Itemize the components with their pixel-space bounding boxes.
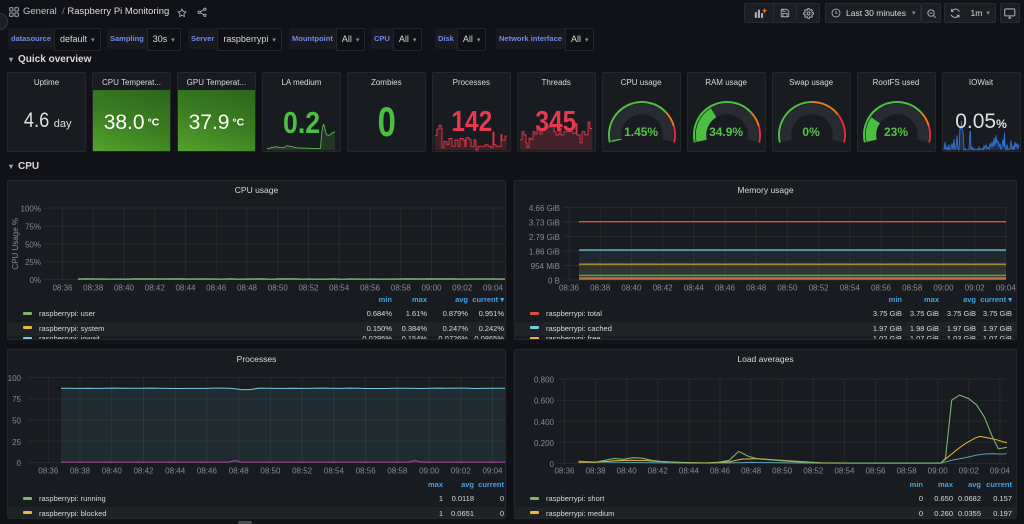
svg-text:08:52: 08:52: [803, 467, 824, 476]
svg-text:08:46: 08:46: [206, 284, 227, 293]
svg-text:08:48: 08:48: [229, 467, 250, 476]
svg-text:08:52: 08:52: [298, 284, 319, 293]
svg-text:08:38: 08:38: [590, 284, 611, 293]
svg-text:0.600: 0.600: [534, 397, 555, 406]
svg-text:08:58: 08:58: [391, 284, 412, 293]
svg-text:08:42: 08:42: [648, 467, 669, 476]
svg-text:08:44: 08:44: [684, 284, 705, 293]
svg-text:0.200: 0.200: [534, 439, 555, 448]
svg-text:08:58: 08:58: [897, 467, 918, 476]
svg-text:08:50: 08:50: [268, 284, 289, 293]
svg-text:09:00: 09:00: [419, 467, 440, 476]
svg-text:08:40: 08:40: [621, 284, 642, 293]
svg-text:09:00: 09:00: [928, 467, 949, 476]
svg-text:08:56: 08:56: [356, 467, 377, 476]
svg-text:75%: 75%: [25, 222, 41, 231]
svg-text:08:54: 08:54: [840, 284, 861, 293]
svg-text:08:56: 08:56: [360, 284, 381, 293]
svg-text:09:02: 09:02: [452, 284, 473, 293]
svg-text:08:36: 08:36: [38, 467, 59, 476]
svg-text:08:52: 08:52: [809, 284, 830, 293]
svg-text:08:54: 08:54: [834, 467, 855, 476]
svg-text:0: 0: [17, 459, 22, 468]
svg-text:09:04: 09:04: [996, 284, 1016, 293]
svg-text:08:58: 08:58: [902, 284, 923, 293]
svg-text:CPU Usage %: CPU Usage %: [11, 218, 20, 270]
svg-text:08:52: 08:52: [292, 467, 313, 476]
svg-text:08:46: 08:46: [197, 467, 218, 476]
svg-text:08:44: 08:44: [175, 284, 196, 293]
svg-text:08:42: 08:42: [653, 284, 674, 293]
svg-text:08:54: 08:54: [329, 284, 350, 293]
svg-text:2.79 GiB: 2.79 GiB: [529, 233, 560, 242]
svg-text:09:00: 09:00: [421, 284, 442, 293]
svg-text:08:46: 08:46: [710, 467, 731, 476]
svg-text:25: 25: [12, 438, 21, 447]
svg-text:08:40: 08:40: [102, 467, 123, 476]
svg-text:100: 100: [8, 374, 22, 383]
svg-text:08:40: 08:40: [114, 284, 135, 293]
svg-text:100%: 100%: [21, 205, 41, 214]
svg-text:08:44: 08:44: [165, 467, 186, 476]
svg-text:08:42: 08:42: [145, 284, 166, 293]
svg-text:08:50: 08:50: [772, 467, 793, 476]
svg-text:09:04: 09:04: [990, 467, 1011, 476]
svg-text:50: 50: [12, 417, 21, 426]
svg-text:08:48: 08:48: [746, 284, 767, 293]
svg-text:08:58: 08:58: [387, 467, 408, 476]
svg-text:0.800: 0.800: [534, 376, 555, 385]
svg-text:09:00: 09:00: [933, 284, 954, 293]
svg-text:08:48: 08:48: [741, 467, 762, 476]
svg-text:08:38: 08:38: [83, 284, 104, 293]
svg-text:08:44: 08:44: [679, 467, 700, 476]
svg-text:0.400: 0.400: [534, 418, 555, 427]
svg-text:08:56: 08:56: [871, 284, 892, 293]
svg-text:09:02: 09:02: [965, 284, 986, 293]
svg-text:954 MiB: 954 MiB: [531, 262, 560, 271]
svg-text:08:56: 08:56: [865, 467, 886, 476]
svg-text:08:36: 08:36: [554, 467, 575, 476]
svg-text:3.73 GiB: 3.73 GiB: [529, 219, 560, 228]
svg-text:08:36: 08:36: [559, 284, 580, 293]
svg-text:09:04: 09:04: [482, 467, 503, 476]
svg-text:08:54: 08:54: [324, 467, 345, 476]
svg-text:09:02: 09:02: [451, 467, 472, 476]
svg-text:50%: 50%: [25, 240, 41, 249]
svg-text:25%: 25%: [25, 258, 41, 267]
svg-text:09:02: 09:02: [959, 467, 980, 476]
svg-text:08:40: 08:40: [617, 467, 638, 476]
svg-text:08:50: 08:50: [777, 284, 798, 293]
svg-text:08:50: 08:50: [260, 467, 281, 476]
svg-text:4.66 GiB: 4.66 GiB: [529, 204, 560, 213]
svg-text:1.86 GiB: 1.86 GiB: [529, 248, 560, 257]
svg-text:08:48: 08:48: [237, 284, 258, 293]
svg-text:0%: 0%: [29, 276, 41, 285]
svg-text:08:38: 08:38: [586, 467, 607, 476]
svg-text:08:42: 08:42: [133, 467, 154, 476]
svg-text:08:36: 08:36: [52, 284, 73, 293]
svg-text:08:46: 08:46: [715, 284, 736, 293]
svg-text:08:38: 08:38: [70, 467, 91, 476]
svg-text:75: 75: [12, 395, 21, 404]
svg-text:09:04: 09:04: [483, 284, 504, 293]
